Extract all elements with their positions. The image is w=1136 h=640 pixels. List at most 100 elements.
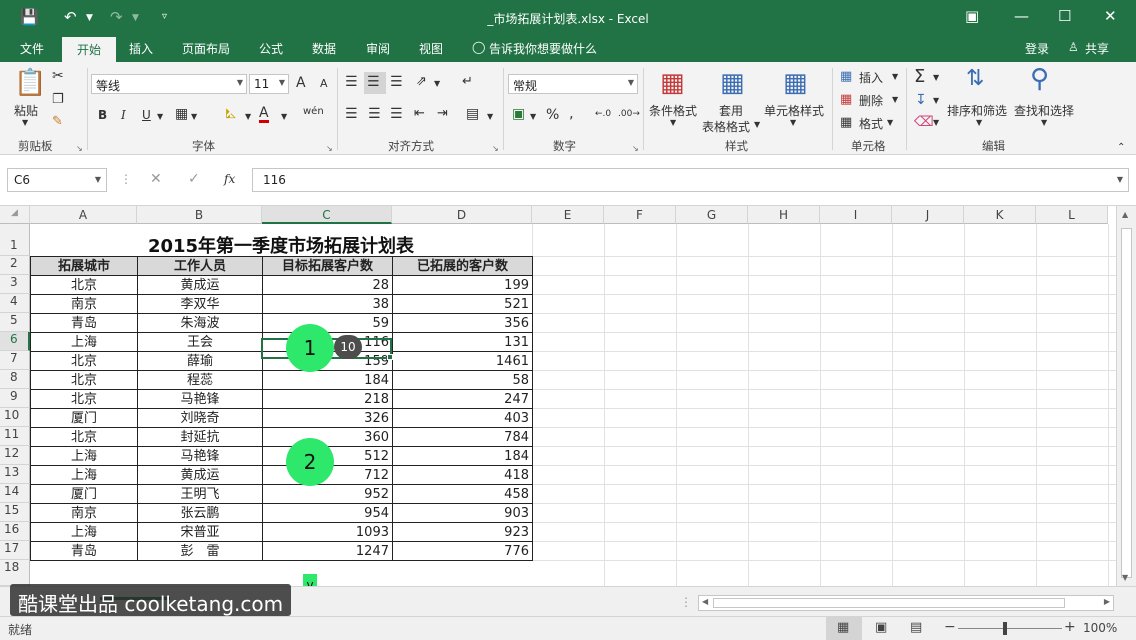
- expand-formula-icon[interactable]: ▼: [1117, 175, 1123, 184]
- vertical-scroll-thumb[interactable]: [1121, 228, 1132, 578]
- table-cell[interactable]: 356: [392, 313, 533, 333]
- horizontal-scroll-thumb[interactable]: [713, 598, 1065, 608]
- table-cell[interactable]: 北京: [30, 370, 138, 390]
- table-cell[interactable]: 厦门: [30, 408, 138, 428]
- table-cell[interactable]: 封延抗: [137, 427, 263, 447]
- table-cell[interactable]: 上海: [30, 446, 138, 466]
- zoom-out-icon[interactable]: −: [944, 619, 956, 635]
- table-cell[interactable]: 247: [392, 389, 533, 409]
- table-cell[interactable]: 马艳锋: [137, 389, 263, 409]
- row-header[interactable]: 4: [0, 294, 30, 313]
- table-cell[interactable]: 458: [392, 484, 533, 504]
- format-table-dropdown-icon[interactable]: ▼: [754, 120, 760, 129]
- font-size-select[interactable]: 11 ▼: [249, 74, 289, 94]
- confirm-entry-icon[interactable]: ✓: [188, 171, 200, 187]
- scroll-left-icon[interactable]: ◀: [702, 597, 708, 606]
- page-break-view-icon[interactable]: ▤: [910, 620, 922, 635]
- share-button[interactable]: 共享: [1085, 40, 1109, 57]
- column-header[interactable]: D: [392, 206, 532, 224]
- header-cell-staff[interactable]: 工作人员: [137, 256, 263, 276]
- row-header[interactable]: 8: [0, 370, 30, 389]
- table-cell[interactable]: 北京: [30, 351, 138, 371]
- format-cells-icon[interactable]: ▦: [840, 115, 852, 130]
- table-cell[interactable]: 784: [392, 427, 533, 447]
- borders-icon[interactable]: ▦: [175, 106, 188, 122]
- tab-review[interactable]: 审阅: [366, 40, 390, 57]
- autosum-button[interactable]: Σ: [914, 66, 925, 87]
- column-header[interactable]: K: [964, 206, 1036, 224]
- worksheet-grid[interactable]: ◢ A B C D E F G H I J K L 1 2 3 4 5 6 7 …: [0, 206, 1116, 586]
- table-cell[interactable]: 184: [392, 446, 533, 466]
- column-header-active[interactable]: C: [262, 206, 392, 224]
- table-cell[interactable]: 南京: [30, 294, 138, 314]
- table-cell[interactable]: 程蕊: [137, 370, 263, 390]
- paste-button[interactable]: 粘贴: [14, 102, 38, 119]
- column-header[interactable]: I: [820, 206, 892, 224]
- tab-formulas[interactable]: 公式: [259, 40, 283, 57]
- font-color-button[interactable]: A: [259, 106, 269, 123]
- wrap-text-icon[interactable]: ↵: [462, 74, 473, 89]
- shrink-font-button[interactable]: A: [320, 77, 328, 90]
- copy-icon[interactable]: ❐: [52, 92, 64, 107]
- align-top-icon[interactable]: ☰: [345, 74, 358, 90]
- phonetic-button[interactable]: wén: [303, 106, 324, 117]
- table-cell[interactable]: 上海: [30, 465, 138, 485]
- scroll-up-icon[interactable]: ▲: [1122, 210, 1128, 219]
- table-cell[interactable]: 521: [392, 294, 533, 314]
- bold-button[interactable]: B: [98, 108, 107, 122]
- tab-file[interactable]: 文件: [20, 40, 44, 57]
- insert-dropdown-icon[interactable]: ▼: [892, 72, 898, 81]
- row-header-active[interactable]: 6: [0, 332, 30, 351]
- row-header[interactable]: 2: [0, 256, 30, 275]
- find-dropdown-icon[interactable]: ▼: [1041, 118, 1047, 127]
- table-cell[interactable]: 张云鹏: [137, 503, 263, 523]
- table-cell[interactable]: 北京: [30, 389, 138, 409]
- header-cell-target[interactable]: 目标拓展客户数: [262, 256, 393, 276]
- increase-indent-icon[interactable]: ⇥: [437, 106, 448, 121]
- zoom-in-icon[interactable]: +: [1064, 619, 1076, 635]
- number-format-select[interactable]: 常规 ▼: [508, 74, 638, 94]
- name-box[interactable]: C6 ▼: [7, 168, 107, 192]
- clipboard-launcher-icon[interactable]: ↘: [76, 144, 83, 153]
- fill-dropdown-icon[interactable]: ▼: [245, 112, 251, 121]
- zoom-level[interactable]: 100%: [1083, 621, 1117, 635]
- table-cell[interactable]: 朱海波: [137, 313, 263, 333]
- align-right-icon[interactable]: ☰: [390, 106, 403, 122]
- cell-styles-button[interactable]: 单元格样式: [764, 102, 824, 119]
- row-header[interactable]: 3: [0, 275, 30, 294]
- column-header[interactable]: L: [1036, 206, 1108, 224]
- row-header[interactable]: 18: [0, 560, 30, 586]
- tab-data[interactable]: 数据: [312, 40, 336, 57]
- underline-dropdown-icon[interactable]: ▼: [157, 112, 163, 121]
- close-icon[interactable]: ✕: [1104, 7, 1117, 25]
- row-header[interactable]: 10: [0, 408, 30, 427]
- tab-insert[interactable]: 插入: [129, 40, 153, 57]
- sort-dropdown-icon[interactable]: ▼: [976, 118, 982, 127]
- insert-function-button[interactable]: fx: [224, 172, 235, 186]
- underline-button[interactable]: U: [142, 108, 151, 122]
- table-cell[interactable]: 903: [392, 503, 533, 523]
- table-cell[interactable]: 131: [392, 332, 533, 352]
- zoom-slider-thumb[interactable]: [1003, 622, 1007, 635]
- vertical-scrollbar[interactable]: ▲ ▼: [1116, 206, 1136, 586]
- row-header[interactable]: 16: [0, 522, 30, 541]
- column-header[interactable]: A: [30, 206, 137, 224]
- table-cell[interactable]: 360: [262, 427, 393, 447]
- format-painter-icon[interactable]: ✎: [52, 114, 63, 129]
- format-dropdown-icon[interactable]: ▼: [887, 118, 893, 127]
- clear-dropdown-icon[interactable]: ▼: [933, 118, 939, 127]
- table-cell[interactable]: 黄成运: [137, 275, 263, 295]
- cancel-entry-icon[interactable]: ✕: [150, 171, 162, 187]
- table-cell[interactable]: 954: [262, 503, 393, 523]
- grow-font-button[interactable]: A: [296, 75, 306, 91]
- delete-cells-icon[interactable]: ▦: [840, 92, 852, 107]
- formula-input[interactable]: 116 ▼: [252, 168, 1129, 192]
- sort-filter-button[interactable]: 排序和筛选: [947, 102, 1007, 119]
- number-launcher-icon[interactable]: ↘: [632, 144, 639, 153]
- format-cells-button[interactable]: 格式: [859, 115, 883, 132]
- delete-cells-button[interactable]: 删除: [859, 92, 883, 109]
- column-header[interactable]: F: [604, 206, 676, 224]
- align-bottom-icon[interactable]: ☰: [390, 74, 403, 90]
- table-cell[interactable]: 28: [262, 275, 393, 295]
- align-middle-icon[interactable]: ☰: [364, 72, 386, 94]
